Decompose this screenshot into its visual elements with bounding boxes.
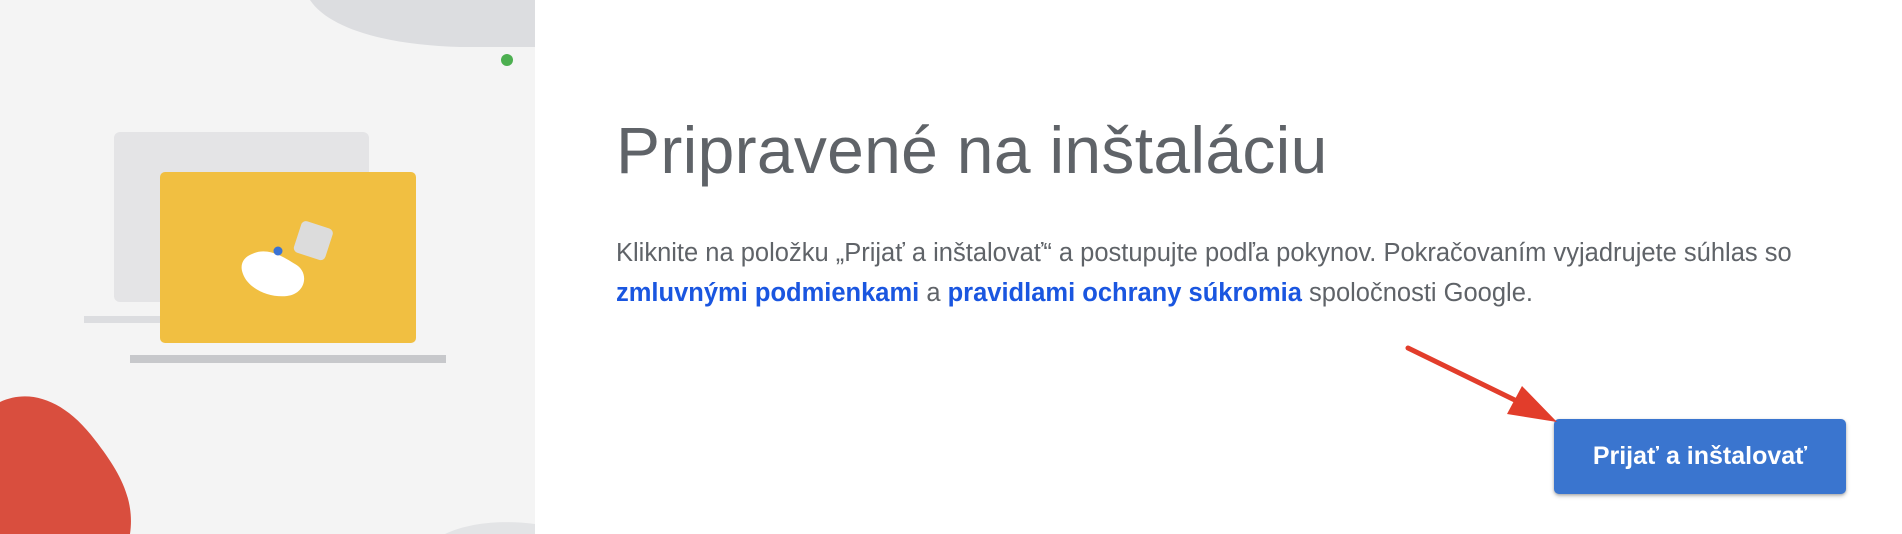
decorative-blob-red (0, 396, 131, 534)
description-and: a (919, 279, 948, 307)
laptop-screen (160, 172, 416, 343)
decorative-blue-dot (273, 246, 283, 256)
decorative-blob-bottom (445, 522, 535, 534)
laptop-base (130, 355, 446, 363)
content-panel: Pripravené na inštaláciu Kliknite na pol… (535, 0, 1902, 534)
description-end: spoločnosti Google. (1301, 279, 1533, 307)
description-start: Kliknite na položku „Prijať a inštalovať… (616, 239, 1792, 267)
install-illustration (0, 0, 535, 534)
privacy-link[interactable]: pravidlami ochrany súkromia (948, 279, 1302, 307)
illustration-panel (0, 0, 535, 534)
decorative-green-dot (501, 54, 513, 66)
terms-link[interactable]: zmluvnými podmienkami (616, 279, 919, 307)
accept-and-install-button[interactable]: Prijať a inštalovať (1554, 419, 1846, 494)
decorative-blob-top (310, 0, 535, 47)
page-title: Pripravené na inštaláciu (616, 113, 1328, 187)
installer-window: Pripravené na inštaláciu Kliknite na pol… (0, 0, 1902, 534)
description-text: Kliknite na položku „Prijať a inštalovať… (616, 233, 1816, 313)
